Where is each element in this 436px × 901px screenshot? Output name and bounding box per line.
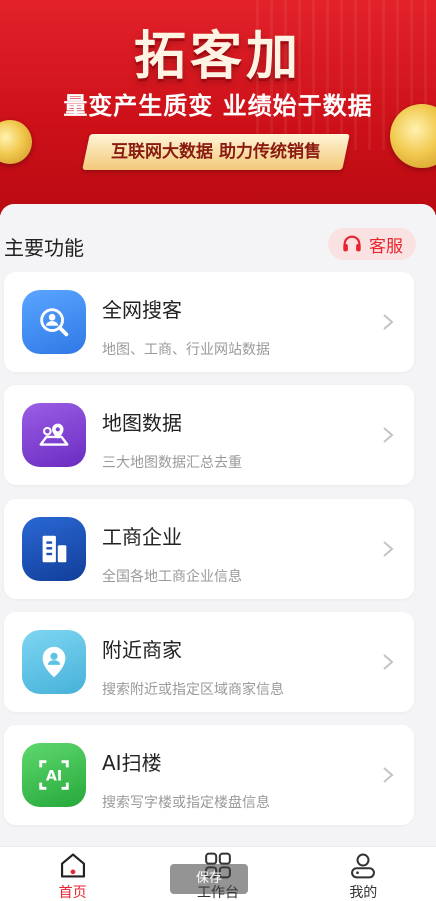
card-ditu-shuju[interactable]: 地图数据 三大地图数据汇总去重 [4,385,414,485]
banner-ribbon-text: 互联网大数据 助力传统销售 [111,142,321,162]
ai-scan-icon: AI [22,743,86,807]
nav-label: 首页 [58,885,87,901]
card-title: 工商企业 [102,525,182,549]
card-description: 地图、工商、行业网站数据 [102,342,270,358]
location-person-icon [22,630,86,694]
card-ai-saolou[interactable]: AI AI扫楼 搜索写字楼或指定楼盘信息 [4,725,414,825]
banner-subtitle: 量变产生质变 业绩始于数据 [63,92,373,120]
card-gongshang-qiye[interactable]: 工商企业 全国各地工商企业信息 [4,499,414,599]
promo-banner[interactable]: 拓客加 量变产生质变 业绩始于数据 互联网大数据 助力传统销售 [0,0,436,215]
chevron-right-icon [383,767,394,783]
card-title: 附近商家 [102,638,182,662]
coin-icon [0,120,32,164]
svg-text:AI: AI [46,769,62,785]
card-title: AI扫楼 [102,751,162,775]
chevron-right-icon [383,314,394,330]
customer-service-button[interactable]: 客服 [328,228,416,260]
toast-message: 保存 [170,864,248,894]
section-title: 主要功能 [4,236,84,260]
chevron-right-icon [383,654,394,670]
card-description: 搜索写字楼或指定楼盘信息 [102,795,270,811]
building-icon [22,517,86,581]
user-icon [351,853,376,879]
banner-title: 拓客加 [133,27,302,87]
home-icon [60,853,85,878]
chevron-right-icon [383,541,394,557]
map-pin-icon [22,403,86,467]
chevron-right-icon [383,427,394,443]
card-description: 全国各地工商企业信息 [102,569,242,585]
main-panel: 主要功能 客服 全网搜客 地图、工商、行业网站数据 地图数据 三大地图数据汇总去… [0,204,436,846]
headset-icon [343,235,361,252]
card-description: 搜索附近或指定区域商家信息 [102,682,284,698]
customer-service-label: 客服 [369,236,403,257]
card-fujin-shangjia[interactable]: 附近商家 搜索附近或指定区域商家信息 [4,612,414,712]
card-title: 全网搜客 [102,298,182,322]
card-quanwang-souke[interactable]: 全网搜客 地图、工商、行业网站数据 [4,272,414,372]
nav-home[interactable]: 首页 [13,847,133,901]
search-person-icon [22,290,86,354]
nav-mine[interactable]: 我的 [303,847,423,901]
card-title: 地图数据 [102,411,182,435]
nav-label: 我的 [349,885,378,901]
card-description: 三大地图数据汇总去重 [102,455,242,471]
